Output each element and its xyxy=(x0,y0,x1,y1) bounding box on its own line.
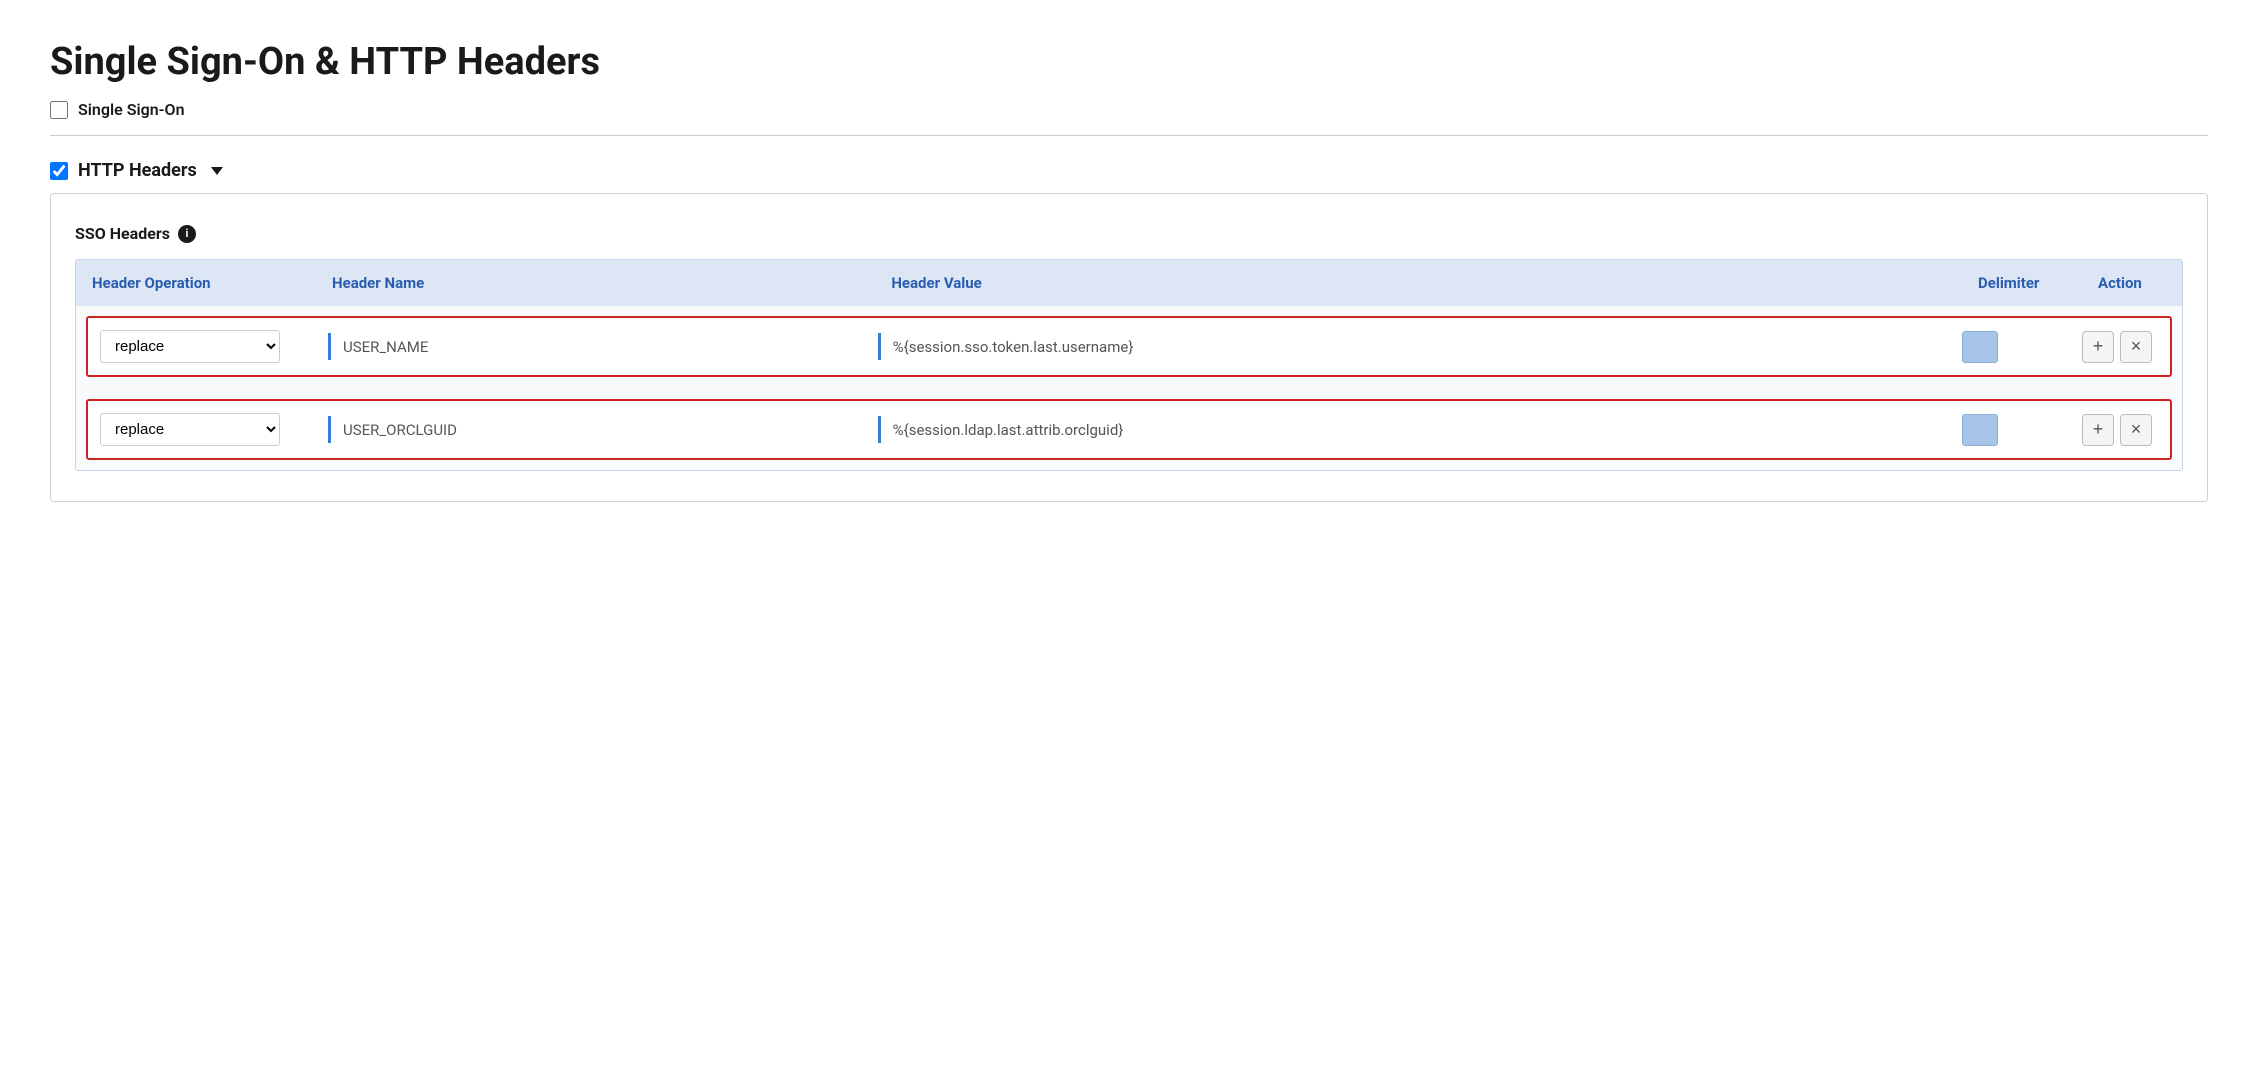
row1-delimiter-bar xyxy=(1962,331,1998,363)
row1-header-value-value: %{session.sso.token.last.username} xyxy=(893,338,1134,356)
row1-operation-select[interactable]: replace xyxy=(100,330,280,363)
table-body: replace USER_NAME %{session.sso.token.la… xyxy=(75,306,2183,471)
page-title: Single Sign-On & HTTP Headers xyxy=(50,40,2208,84)
row2-operation-cell: replace xyxy=(88,409,328,450)
row2-action-cell: + × xyxy=(2070,410,2170,450)
col-header-action: Action xyxy=(2082,270,2182,296)
row2-add-button[interactable]: + xyxy=(2082,414,2114,446)
section-divider xyxy=(50,135,2208,136)
sso-headers-label: SSO Headers xyxy=(75,224,170,243)
col-header-name: Header Name xyxy=(316,270,875,296)
row2-header-value-value: %{session.ldap.last.attrib.orclguid} xyxy=(893,421,1124,439)
table-row: replace USER_ORCLGUID %{session.ldap.las… xyxy=(86,399,2172,460)
row2-remove-button[interactable]: × xyxy=(2120,414,2152,446)
row1-add-button[interactable]: + xyxy=(2082,331,2114,363)
row1-header-name-value: USER_NAME xyxy=(343,338,428,356)
http-headers-row: HTTP Headers xyxy=(50,160,2208,181)
row1-remove-button[interactable]: × xyxy=(2120,331,2152,363)
http-headers-checkbox[interactable] xyxy=(50,162,68,180)
headers-panel: SSO Headers i Header Operation Header Na… xyxy=(50,193,2208,502)
sso-checkbox[interactable] xyxy=(50,101,68,119)
table-header: Header Operation Header Name Header Valu… xyxy=(75,259,2183,306)
row2-header-value-cell: %{session.ldap.last.attrib.orclguid} xyxy=(878,416,1950,443)
row2-delimiter-cell xyxy=(1950,410,2070,450)
row1-operation-cell: replace xyxy=(88,326,328,367)
row1-action-cell: + × xyxy=(2070,327,2170,367)
row1-header-value-cell: %{session.sso.token.last.username} xyxy=(878,333,1950,360)
info-icon[interactable]: i xyxy=(178,225,196,243)
chevron-down-icon[interactable] xyxy=(211,167,223,175)
http-headers-label: HTTP Headers xyxy=(78,160,197,181)
row1-delimiter-cell xyxy=(1950,327,2070,367)
sso-checkbox-row: Single Sign-On xyxy=(50,100,2208,119)
row2-delimiter-bar xyxy=(1962,414,1998,446)
col-header-operation: Header Operation xyxy=(76,270,316,296)
row1-header-name-cell: USER_NAME xyxy=(328,333,878,360)
col-header-delimiter: Delimiter xyxy=(1962,270,2082,296)
col-header-value: Header Value xyxy=(875,270,1962,296)
sso-checkbox-label: Single Sign-On xyxy=(78,100,185,119)
row2-header-name-cell: USER_ORCLGUID xyxy=(328,416,878,443)
table-row: replace USER_NAME %{session.sso.token.la… xyxy=(86,316,2172,377)
row2-operation-select[interactable]: replace xyxy=(100,413,280,446)
sso-headers-title: SSO Headers i xyxy=(75,224,2183,243)
row2-header-name-value: USER_ORCLGUID xyxy=(343,421,457,439)
